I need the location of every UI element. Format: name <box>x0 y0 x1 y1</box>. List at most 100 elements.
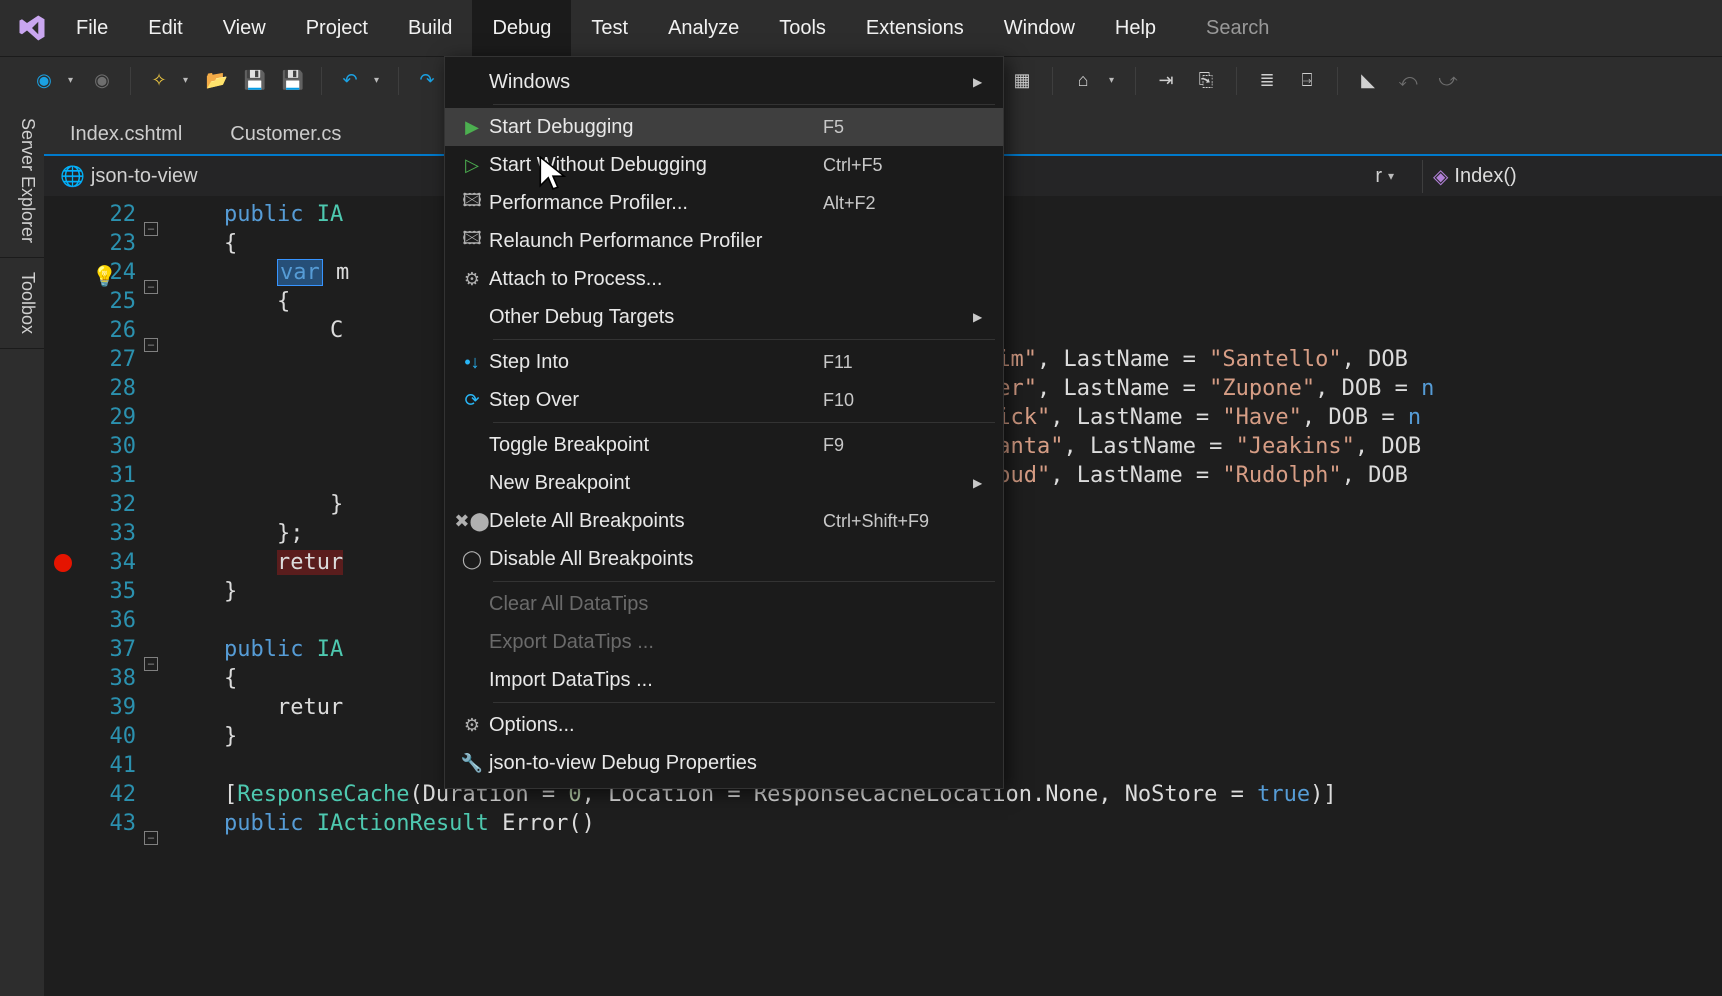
step-into-icon: •↓ <box>455 352 489 373</box>
menu-file[interactable]: File <box>56 0 128 56</box>
nav-member-label: Index() <box>1454 165 1516 188</box>
step-over-icon: ⟳ <box>455 390 489 411</box>
nav-member-scope[interactable]: ◈ Index() <box>1422 160 1722 193</box>
submenu-arrow-icon: ▶ <box>973 476 987 490</box>
toolbar-separator <box>1337 67 1338 95</box>
profiler-icon: 🖾 <box>455 188 489 218</box>
menu-extensions[interactable]: Extensions <box>846 0 984 56</box>
undo-drop[interactable]: ▾ <box>374 75 384 86</box>
menu-separator <box>493 702 995 703</box>
menu-bar: File Edit View Project Build Debug Test … <box>0 0 1722 56</box>
new-item-drop[interactable]: ▾ <box>183 75 193 86</box>
menu-attach-process[interactable]: ⚙ Attach to Process... <box>445 260 1003 298</box>
menu-debug[interactable]: Debug <box>472 0 571 56</box>
menu-edit[interactable]: Edit <box>128 0 202 56</box>
menu-view[interactable]: View <box>203 0 286 56</box>
menu-toggle-breakpoint[interactable]: Toggle Breakpoint F9 <box>445 426 1003 464</box>
play-icon: ▶ <box>455 117 489 138</box>
menu-export-datatips: Export DataTips ... <box>445 623 1003 661</box>
menu-start-without-debugging[interactable]: ▷ Start Without Debugging Ctrl+F5 <box>445 146 1003 184</box>
side-server-explorer[interactable]: Server Explorer <box>0 104 44 258</box>
toolbar-icon[interactable]: ≣ <box>1253 67 1281 95</box>
menu-step-over[interactable]: ⟳ Step Over F10 <box>445 381 1003 419</box>
toolbar-separator <box>130 67 131 95</box>
menu-windows[interactable]: Windows▶ <box>445 63 1003 101</box>
menu-separator <box>493 581 995 582</box>
new-item-icon[interactable]: ✧ <box>145 67 173 95</box>
fold-toggle[interactable]: − <box>144 657 158 671</box>
nav-back-drop[interactable]: ▾ <box>68 75 78 86</box>
menu-separator <box>493 422 995 423</box>
undo-icon[interactable]: ↶ <box>336 67 364 95</box>
gear-icon: ⚙ <box>455 715 489 736</box>
fold-toggle[interactable]: − <box>144 222 158 236</box>
nav-middle-field[interactable]: r ▾ <box>1367 161 1416 192</box>
redo-icon[interactable]: ↷ <box>413 67 441 95</box>
menu-help[interactable]: Help <box>1095 0 1176 56</box>
menu-new-breakpoint[interactable]: New Breakpoint ▶ <box>445 464 1003 502</box>
menu-search[interactable]: Search <box>1196 17 1722 40</box>
method-icon: ◈ <box>1433 164 1448 189</box>
disable-breakpoints-icon: ◯ <box>455 549 489 570</box>
toolbar-icon[interactable]: ⇥ <box>1152 67 1180 95</box>
selected-keyword: var <box>277 259 323 286</box>
toolbar-separator <box>1236 67 1237 95</box>
menu-performance-profiler[interactable]: 🖾 Performance Profiler... Alt+F2 <box>445 184 1003 222</box>
menu-test[interactable]: Test <box>571 0 648 56</box>
menu-start-debugging[interactable]: ▶ Start Debugging F5 <box>445 108 1003 146</box>
menu-relaunch-profiler[interactable]: 🖾 Relaunch Performance Profiler <box>445 222 1003 260</box>
toolbar-icon[interactable]: ⤻ <box>1434 67 1462 95</box>
nav-project-scope[interactable]: 🌐 json-to-view <box>52 160 206 193</box>
menu-disable-all-breakpoints[interactable]: ◯ Disable All Breakpoints <box>445 540 1003 578</box>
toolbar-icon[interactable]: ⤺ <box>1394 67 1422 95</box>
globe-icon: 🌐 <box>60 164 85 189</box>
fold-toggle[interactable]: − <box>144 338 158 352</box>
toolbar-separator <box>321 67 322 95</box>
wrench-icon: 🔧 <box>455 753 489 774</box>
save-icon[interactable]: 💾 <box>241 67 269 95</box>
vs-logo-icon <box>8 0 56 56</box>
profiler-icon: 🖾 <box>455 226 489 256</box>
toolbar-separator <box>1135 67 1136 95</box>
toolbar-icon[interactable]: ⌂ <box>1069 67 1097 95</box>
toolbar-icon[interactable]: ⎘ <box>1192 67 1220 95</box>
menu-separator <box>493 339 995 340</box>
menu-import-datatips[interactable]: Import DataTips ... <box>445 661 1003 699</box>
menu-analyze[interactable]: Analyze <box>648 0 759 56</box>
bookmark-icon[interactable]: ◣ <box>1354 67 1382 95</box>
gear-icon: ⚙ <box>455 269 489 290</box>
line-number: 22 <box>44 200 144 229</box>
nav-middle-label: r <box>1375 165 1382 188</box>
nav-forward-icon[interactable]: ◉ <box>88 67 116 95</box>
breakpoint-icon[interactable] <box>54 554 72 572</box>
menu-other-debug-targets[interactable]: Other Debug Targets ▶ <box>445 298 1003 336</box>
submenu-arrow-icon: ▶ <box>973 310 987 324</box>
menu-debug-properties[interactable]: 🔧 json-to-view Debug Properties <box>445 744 1003 782</box>
menu-options[interactable]: ⚙ Options... <box>445 706 1003 744</box>
menu-window[interactable]: Window <box>984 0 1095 56</box>
fold-toggle[interactable]: − <box>144 280 158 294</box>
menu-clear-datatips: Clear All DataTips <box>445 585 1003 623</box>
menu-separator <box>493 104 995 105</box>
save-all-icon[interactable]: 💾 <box>279 67 307 95</box>
toolbar-icon[interactable]: ▦ <box>1008 67 1036 95</box>
menu-delete-all-breakpoints[interactable]: ✖⬤ Delete All Breakpoints Ctrl+Shift+F9 <box>445 502 1003 540</box>
nav-project-label: json-to-view <box>91 165 198 188</box>
toolbar-separator <box>398 67 399 95</box>
play-outline-icon: ▷ <box>455 155 489 176</box>
menu-project[interactable]: Project <box>286 0 388 56</box>
menu-tools[interactable]: Tools <box>759 0 846 56</box>
delete-breakpoints-icon: ✖⬤ <box>455 511 489 532</box>
fold-toggle[interactable]: − <box>144 831 158 845</box>
submenu-arrow-icon: ▶ <box>973 75 987 89</box>
toolbar-icon[interactable]: ⍈ <box>1293 67 1321 95</box>
toolbar-drop[interactable]: ▾ <box>1109 75 1119 86</box>
menu-build[interactable]: Build <box>388 0 472 56</box>
tab-index-cshtml[interactable]: Index.cshtml <box>52 111 212 154</box>
tab-customer-cs[interactable]: Customer.cs <box>212 111 371 154</box>
menu-step-into[interactable]: •↓ Step Into F11 <box>445 343 1003 381</box>
side-toolbox[interactable]: Toolbox <box>0 258 44 349</box>
nav-back-icon[interactable]: ◉ <box>30 67 58 95</box>
side-toolwindow-strip: Server Explorer Toolbox <box>0 104 44 996</box>
open-folder-icon[interactable]: 📂 <box>203 67 231 95</box>
